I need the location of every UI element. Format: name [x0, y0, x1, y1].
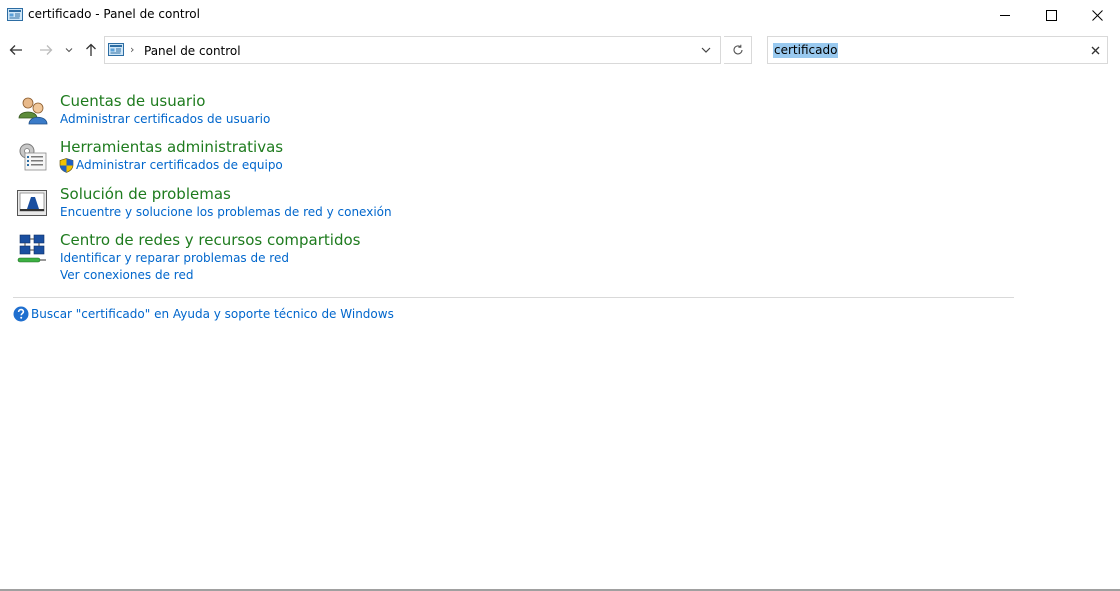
- control-panel-icon: [7, 8, 23, 21]
- address-dropdown-button[interactable]: [692, 37, 720, 63]
- help-icon[interactable]: [13, 306, 29, 322]
- arrow-right-icon: [40, 45, 53, 55]
- maximize-icon: [1045, 9, 1057, 21]
- result-network-center: Centro de redes y recursos compartidos I…: [0, 231, 700, 287]
- arrow-up-icon: [86, 43, 96, 56]
- refresh-button[interactable]: [724, 36, 752, 64]
- breadcrumb-separator[interactable]: ›: [130, 43, 134, 56]
- troubleshooting-icon: [17, 190, 47, 216]
- recent-locations-button[interactable]: [62, 34, 76, 66]
- close-icon: [1091, 9, 1103, 21]
- network-center-icon: [17, 234, 46, 263]
- up-button[interactable]: [80, 34, 102, 66]
- minimize-icon: [999, 14, 1010, 16]
- address-bar[interactable]: › Panel de control: [104, 36, 721, 64]
- link-manage-computer-certificates[interactable]: Administrar certificados de equipo: [76, 158, 283, 172]
- divider: [13, 297, 1014, 298]
- result-troubleshooting: Solución de problemas Encuentre y soluci…: [0, 185, 700, 225]
- search-box[interactable]: certificado: [767, 36, 1108, 64]
- chevron-down-icon: [701, 47, 711, 53]
- maximize-button[interactable]: [1028, 0, 1074, 30]
- navigation-bar: › Panel de control certificado: [0, 34, 1120, 66]
- close-button[interactable]: [1074, 0, 1120, 30]
- category-title-admin-tools[interactable]: Herramientas administrativas: [60, 138, 283, 156]
- search-input[interactable]: certificado: [773, 43, 839, 58]
- category-title-troubleshooting[interactable]: Solución de problemas: [60, 185, 231, 203]
- link-view-network-connections[interactable]: Ver conexiones de red: [60, 268, 193, 282]
- arrow-left-icon: [9, 45, 22, 55]
- link-manage-user-certificates[interactable]: Administrar certificados de usuario: [60, 112, 270, 126]
- window-title: certificado - Panel de control: [28, 7, 200, 21]
- result-user-accounts: Cuentas de usuario Administrar certifica…: [0, 92, 700, 132]
- help-search-link[interactable]: Buscar "certificado" en Ayuda y soporte …: [31, 307, 394, 321]
- category-title-user-accounts[interactable]: Cuentas de usuario: [60, 92, 205, 110]
- search-clear-button[interactable]: [1087, 42, 1103, 58]
- title-bar: certificado - Panel de control: [0, 0, 1120, 30]
- link-fix-network-problems[interactable]: Encuentre y solucione los problemas de r…: [60, 205, 392, 219]
- minimize-button[interactable]: [982, 0, 1028, 30]
- refresh-icon: [733, 44, 743, 55]
- forward-button[interactable]: [35, 34, 57, 66]
- chevron-down-icon: [65, 48, 73, 53]
- back-button[interactable]: [5, 34, 27, 66]
- user-accounts-icon: [18, 97, 48, 125]
- category-title-network-center[interactable]: Centro de redes y recursos compartidos: [60, 231, 360, 249]
- close-icon: [1091, 46, 1099, 54]
- breadcrumb-control-panel[interactable]: Panel de control: [144, 44, 241, 58]
- control-panel-icon: [108, 43, 124, 56]
- link-identify-repair-network[interactable]: Identificar y reparar problemas de red: [60, 251, 289, 265]
- result-admin-tools: Herramientas administrativas Administrar…: [0, 138, 700, 178]
- uac-shield-icon: [59, 158, 74, 173]
- admin-tools-icon: [19, 143, 47, 171]
